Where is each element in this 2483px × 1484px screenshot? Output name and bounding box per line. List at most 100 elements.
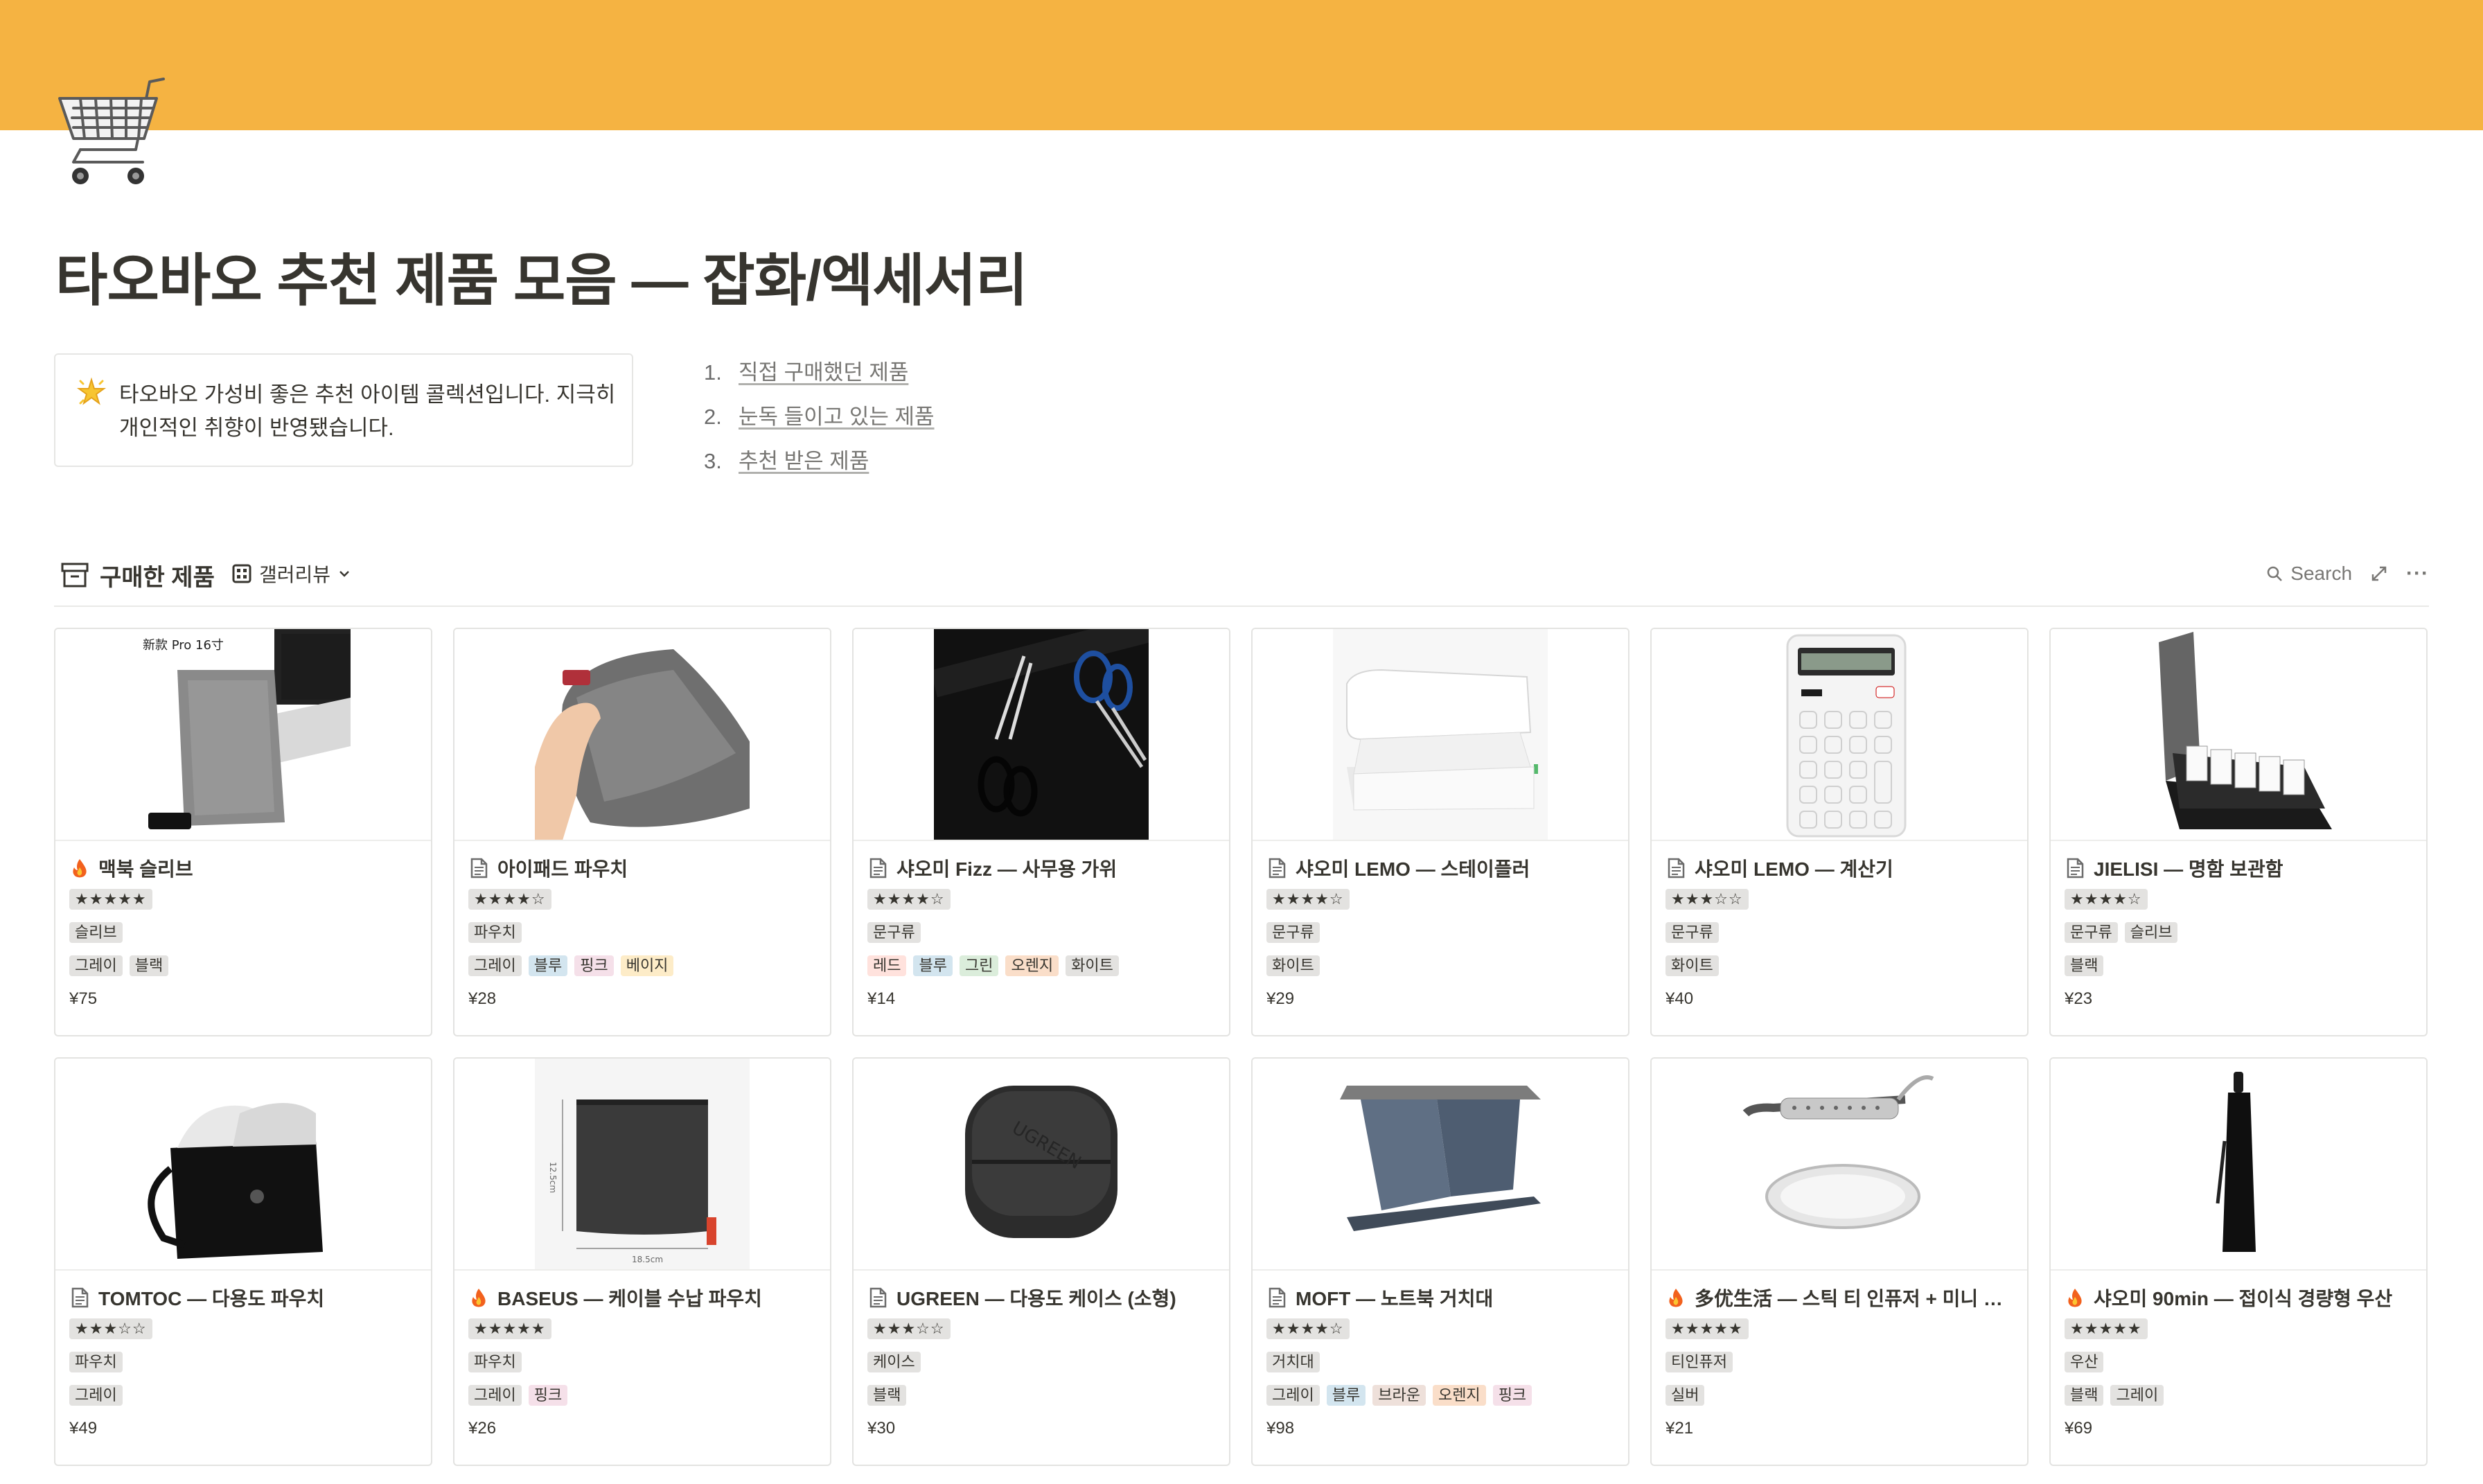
price-value: ¥23 [2065,989,2093,1008]
view-switcher-button[interactable]: 갤러리뷰 [231,557,351,590]
view-label: 갤러리뷰 [259,564,331,585]
toc-item: 3. 추천 받은 제품 [704,443,935,488]
glowing-star-icon [76,377,107,407]
gallery-card[interactable]: 샤오미 90min — 접이식 경량형 우산 ★★★★★ 우산 블랙 그레이 ¥69 [2049,1057,2428,1466]
card-body: 샤오미 90min — 접이식 경량형 우산 ★★★★★ 우산 블랙 그레이 ¥69 [2051,1271,2426,1445]
gallery-card[interactable]: JIELISI — 명함 보관함 ★★★★☆ 문구류 슬리브 블랙 ¥23 [2049,628,2428,1036]
page-icon [2065,857,2085,879]
database-title[interactable]: 구매한 제품 [100,558,215,592]
category-tag: 거치대 [1266,1352,1320,1372]
card-body: 맥북 슬리브 ★★★★★ 슬리브 그레이 블랙 ¥75 [55,841,431,1016]
card-title-text: 샤오미 Fizz — 사무용 가위 [896,858,1117,880]
category-property: 파우치 [468,916,816,949]
price-value: ¥30 [867,1419,896,1438]
category-property: 문구류 [1266,916,1614,949]
rating-property: ★★★★☆ [2065,883,2412,916]
color-tag: 레드 [867,955,907,976]
color-property: 그레이 핑크 [468,1379,816,1412]
color-tag: 블루 [528,955,568,976]
gallery-card[interactable]: 18.5cm 12.5cm BASEUS — 케이블 수납 파우치 ★★★★★ 파… [453,1057,831,1466]
product-image [1652,1059,2027,1271]
gallery-card[interactable]: 샤오미 LEMO — 계산기 ★★★☆☆ 문구류 화이트 ¥40 [1650,628,2029,1036]
category-tag: 파우치 [468,922,522,943]
gallery-card[interactable]: 샤오미 Fizz — 사무용 가위 ★★★★☆ 문구류 레드 블루 그린 오렌지 화이트 ¥1… [852,628,1230,1036]
product-image [2051,1059,2426,1271]
price-value: ¥28 [468,989,497,1008]
expand-button[interactable] [2370,565,2388,583]
color-property: 화이트 [1665,949,2013,982]
toc-link[interactable]: 직접 구매했던 제품 [739,355,908,386]
rating-property: ★★★☆☆ [1665,883,2013,916]
gallery-card[interactable]: 샤오미 LEMO — 스테이플러 ★★★★☆ 문구류 화이트 ¥29 [1251,628,1629,1036]
category-tag: 우산 [2065,1352,2104,1372]
toc-link[interactable]: 추천 받은 제품 [739,443,869,475]
card-body: BASEUS — 케이블 수납 파우치 ★★★★★ 파우치 그레이 핑크 ¥26 [454,1271,830,1445]
category-tag: 문구류 [867,922,921,943]
fire-icon [1665,1287,1686,1309]
gallery-card[interactable]: 新款 Pro 16寸 맥북 슬리브 ★★★★★ 슬리브 그레이 블랙 ¥75 [54,628,432,1036]
category-property: 슬리브 [69,916,417,949]
category-tag: 파우치 [69,1352,123,1372]
list-number: 3. [704,449,722,473]
rating-property: ★★★★☆ [867,883,1215,916]
card-body: 아이패드 파우치 ★★★★☆ 파우치 그레이 블루 핑크 베이지 ¥28 [454,841,830,1016]
card-title: MOFT — 노트북 거치대 [1266,1283,1614,1312]
gallery-card[interactable]: UGREEN UGREEN — 다용도 케이스 (소형) ★★★☆☆ 케이스 블랙 ¥… [852,1057,1230,1466]
toc-link[interactable]: 눈독 들이고 있는 제품 [739,399,935,430]
card-title-text: 샤오미 90min — 접이식 경량형 우산 [2094,1288,2393,1309]
card-title-text: BASEUS — 케이블 수납 파우치 [497,1288,762,1309]
page-cover[interactable] [0,0,2483,130]
fire-icon [69,857,90,879]
rating-property: ★★★☆☆ [69,1312,417,1345]
gallery-card[interactable]: 아이패드 파우치 ★★★★☆ 파우치 그레이 블루 핑크 베이지 ¥28 [453,628,831,1036]
card-body: 샤오미 LEMO — 계산기 ★★★☆☆ 문구류 화이트 ¥40 [1652,841,2027,1016]
category-property: 거치대 [1266,1345,1614,1379]
callout-block[interactable]: 타오바오 가성비 좋은 추천 아이템 콜렉션입니다. 지극히 개인적인 취향이 … [54,353,633,467]
category-property: 문구류 [1665,916,2013,949]
shopping-cart-icon[interactable] [53,75,170,188]
card-title: 맥북 슬리브 [69,854,417,883]
rating-property: ★★★★★ [468,1312,816,1345]
rating-tag: ★★★☆☆ [69,1318,152,1339]
gallery-card[interactable]: TOMTOC — 다용도 파우치 ★★★☆☆ 파우치 그레이 ¥49 [54,1057,432,1466]
category-property: 파우치 [468,1345,816,1379]
card-title-text: 샤오미 LEMO — 스테이플러 [1296,858,1530,880]
laptop-sleeve-image: 新款 Pro 16寸 [136,629,351,840]
color-tag: 핑크 [1492,1385,1532,1406]
gallery-card[interactable]: 多优生活 — 스틱 티 인퓨저 + 미니 트... ★★★★★ 티인퓨저 실버 ¥21 [1650,1057,2029,1466]
gallery-card[interactable]: MOFT — 노트북 거치대 ★★★★☆ 거치대 그레이 블루 브라운 오렌지 핑크 ¥98 [1251,1057,1629,1466]
page-icon [69,1287,90,1309]
color-property: 레드 블루 그린 오렌지 화이트 [867,949,1215,982]
card-body: JIELISI — 명함 보관함 ★★★★☆ 문구류 슬리브 블랙 ¥23 [2051,841,2426,1016]
category-tag: 문구류 [1665,922,1719,943]
category-property: 문구류 슬리브 [2065,916,2412,949]
color-tag: 블랙 [2065,955,2104,976]
color-tag: 실버 [1665,1385,1705,1406]
page-icon [1665,857,1686,879]
color-tag: 그레이 [2110,1385,2164,1406]
color-tag: 블루 [1326,1385,1366,1406]
chevron-down-icon [339,571,349,577]
category-tag: 티인퓨저 [1665,1352,1733,1372]
more-options-button[interactable]: ··· [2406,562,2429,585]
fire-icon [468,1287,489,1309]
tea-infuser-image [1732,1059,1947,1269]
color-tag: 그레이 [69,1385,123,1406]
category-property: 파우치 [69,1345,417,1379]
rating-tag: ★★★★☆ [2065,889,2148,910]
search-button[interactable]: Search [2265,563,2352,585]
calculator-image [1732,629,1947,840]
card-title-text: 아이패드 파우치 [497,858,628,880]
rating-property: ★★★★★ [1665,1312,2013,1345]
category-tag: 파우치 [468,1352,522,1372]
color-property: 블랙 [2065,949,2412,982]
card-box-image [2131,629,2346,840]
color-tag: 브라운 [1372,1385,1426,1406]
laptop-stand-image [1333,1059,1548,1269]
page-title[interactable]: 타오바오 추천 제품 모음 — 잡화/엑세서리 [55,234,1028,317]
card-title: TOMTOC — 다용도 파우치 [69,1283,417,1312]
color-tag: 베이지 [620,955,674,976]
product-image [1652,629,2027,841]
tomtoc-pouch-image [136,1059,351,1269]
product-image [1253,629,1628,841]
